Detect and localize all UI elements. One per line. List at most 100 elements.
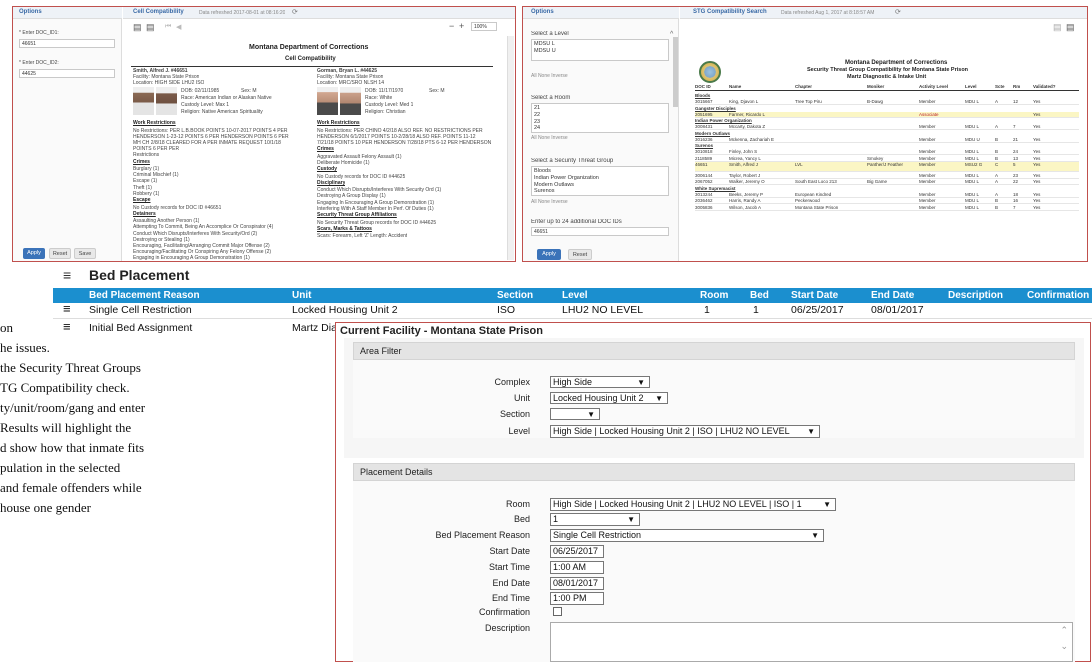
person2-sex: Sex: M bbox=[429, 88, 445, 94]
stg-refresh-icon[interactable]: ⟳ bbox=[895, 8, 901, 16]
zoom-in-icon[interactable]: + bbox=[459, 21, 464, 31]
row-unit: Locked Housing Unit 2 bbox=[292, 304, 398, 316]
group-all-none[interactable]: All None Inverse bbox=[531, 199, 568, 205]
zoom-select[interactable]: 100% bbox=[471, 22, 497, 31]
room-listbox[interactable]: 21 22 23 24 bbox=[531, 103, 669, 133]
section-heading: Work Restrictions bbox=[133, 120, 176, 126]
tab-stg-compatibility[interactable]: STG Compatibility Search bbox=[693, 9, 767, 15]
table-cell: MDU L bbox=[965, 172, 980, 178]
person2-religion: Religion: Christian bbox=[365, 109, 406, 115]
bed-menu-icon[interactable]: ≡ bbox=[63, 266, 71, 284]
list-option[interactable]: Indian Power Organization bbox=[534, 175, 666, 182]
document-line: d show how that inmate fits bbox=[0, 440, 145, 455]
level-all-none[interactable]: All None Inverse bbox=[531, 73, 568, 79]
unit-select[interactable]: Locked Housing Unit 2 ▼ bbox=[550, 392, 668, 404]
col-room[interactable]: Room bbox=[700, 288, 728, 303]
area-level-select[interactable]: High Side | Locked Housing Unit 2 | ISO … bbox=[550, 425, 820, 438]
start-date-input[interactable]: 06/25/2017 bbox=[550, 545, 604, 558]
row-menu-icon[interactable]: ≡ bbox=[63, 319, 71, 334]
list-option[interactable]: 24 bbox=[534, 125, 666, 132]
first-page-icon[interactable]: ⏮ bbox=[165, 23, 171, 31]
group-listbox[interactable]: Bloods Indian Power Organization Modern Ou… bbox=[531, 166, 669, 196]
bed-placement-reason-select[interactable]: Single Cell Restriction ▼ bbox=[550, 529, 824, 542]
apply-button[interactable]: Apply bbox=[23, 248, 45, 259]
col-description[interactable]: Description bbox=[948, 288, 1003, 303]
row-menu-icon[interactable]: ≡ bbox=[63, 301, 71, 316]
stg-export-icon[interactable]: ▤ bbox=[1066, 22, 1075, 33]
col-confirmation[interactable]: Confirmation bbox=[1027, 288, 1089, 303]
person1-details: Work Restrictions No Restrictions: PER L.… bbox=[133, 120, 311, 260]
bed-select[interactable]: 1 ▼ bbox=[550, 513, 640, 526]
scroll-up-icon[interactable]: ⌃ bbox=[1060, 625, 1068, 636]
col-reason[interactable]: Bed Placement Reason bbox=[89, 288, 200, 303]
stg-report-subtitle2: Martz Diagnostic & Intake Unit bbox=[847, 74, 927, 80]
zoom-out-icon[interactable]: − bbox=[449, 21, 454, 31]
refresh-icon[interactable]: ⟳ bbox=[292, 8, 298, 16]
table-cell: Yes bbox=[1033, 136, 1041, 142]
facility-title: Current Facility - Montana State Prison bbox=[340, 325, 543, 337]
export-icon[interactable]: ▤ bbox=[146, 22, 155, 33]
person2-photo-side bbox=[340, 87, 361, 115]
prev-page-icon[interactable]: ◀ bbox=[176, 23, 181, 31]
col-level[interactable]: Level bbox=[562, 288, 588, 303]
table-cell: Panther/J Feather bbox=[867, 162, 904, 167]
print-icon[interactable]: ▤ bbox=[133, 22, 142, 33]
room-all-none[interactable]: All None Inverse bbox=[531, 135, 568, 141]
section-heading: Scars, Marks & Tattoos bbox=[317, 225, 372, 232]
table-row[interactable]: ≡ Single Cell Restriction Locked Housing… bbox=[53, 301, 1092, 319]
stg-sidebar-scrollbar[interactable] bbox=[673, 37, 678, 107]
table-cell: South East Loco 213 bbox=[795, 179, 837, 184]
scrollbar[interactable] bbox=[507, 36, 514, 260]
table-cell: Member bbox=[919, 155, 936, 161]
bed-placement-header: Bed Placement Reason Unit Section Level … bbox=[53, 288, 1092, 303]
start-time-input[interactable]: 1:00 AM bbox=[550, 561, 604, 574]
scroll-down-icon[interactable]: ⌄ bbox=[1060, 641, 1068, 652]
col-section[interactable]: Section bbox=[497, 288, 533, 303]
doc-id1-input[interactable]: 46651 bbox=[19, 39, 115, 48]
list-option[interactable]: MDSU U bbox=[534, 48, 666, 55]
col-end-date[interactable]: End Date bbox=[871, 288, 914, 303]
list-option[interactable]: Modern Outlaws bbox=[534, 182, 666, 189]
col-unit[interactable]: Unit bbox=[292, 288, 311, 303]
start-time-label: Start Time bbox=[488, 562, 530, 572]
list-option[interactable]: 21 bbox=[534, 105, 666, 112]
table-cell: MDU L bbox=[965, 99, 980, 104]
level-listbox[interactable]: MDSU L MDSU U bbox=[531, 39, 669, 61]
col-start-date[interactable]: Start Date bbox=[791, 288, 838, 303]
list-option[interactable]: 23 bbox=[534, 119, 666, 126]
section-heading: Work Restrictions bbox=[317, 120, 360, 126]
list-option[interactable]: MDSU L bbox=[534, 41, 666, 48]
table-cell: MSU2 G bbox=[965, 162, 983, 167]
save-button[interactable]: Save bbox=[74, 248, 96, 259]
table-cell: Member bbox=[919, 136, 936, 142]
additional-doc-input[interactable]: 46651 bbox=[531, 227, 669, 236]
table-cell: 3010818 bbox=[695, 149, 713, 154]
description-textarea[interactable]: ⌃ ⌄ bbox=[550, 622, 1073, 662]
table-cell: Peckerwood bbox=[795, 198, 820, 203]
col-bed[interactable]: Bed bbox=[750, 288, 769, 303]
stg-reset-button[interactable]: Reset bbox=[568, 249, 592, 260]
doc-id2-input[interactable]: 44625 bbox=[19, 69, 115, 78]
table-cell: Member bbox=[919, 149, 936, 154]
list-option[interactable]: 22 bbox=[534, 112, 666, 119]
person2-dob: DOB: 11/17/1970 bbox=[365, 88, 404, 94]
end-time-input[interactable]: 1:00 PM bbox=[550, 592, 604, 605]
stg-print-icon[interactable]: ▤ bbox=[1053, 22, 1062, 33]
reset-button[interactable]: Reset bbox=[49, 248, 71, 259]
section-select[interactable]: ▼ bbox=[550, 408, 600, 420]
table-cell: Yes bbox=[1033, 124, 1041, 129]
room-select[interactable]: High Side | Locked Housing Unit 2 | LHU2… bbox=[550, 498, 836, 511]
end-date-input[interactable]: 08/01/2017 bbox=[550, 577, 604, 590]
tab-cell-compatibility[interactable]: Cell Compatibility bbox=[133, 9, 184, 15]
list-option[interactable]: Bloods bbox=[534, 168, 666, 175]
complex-select[interactable]: High Side ▼ bbox=[550, 376, 650, 388]
table-cell: MDU L bbox=[965, 155, 980, 161]
list-option[interactable]: Surenos bbox=[534, 188, 666, 195]
row-bed: 1 bbox=[753, 304, 759, 316]
table-cell: B bbox=[995, 136, 999, 142]
table-cell: B bbox=[995, 149, 999, 154]
table-cell: Walker, Jeremy O bbox=[729, 179, 765, 184]
table-cell: MDU L bbox=[965, 198, 980, 203]
stg-apply-button[interactable]: Apply bbox=[537, 249, 561, 260]
confirmation-checkbox[interactable] bbox=[553, 607, 562, 616]
